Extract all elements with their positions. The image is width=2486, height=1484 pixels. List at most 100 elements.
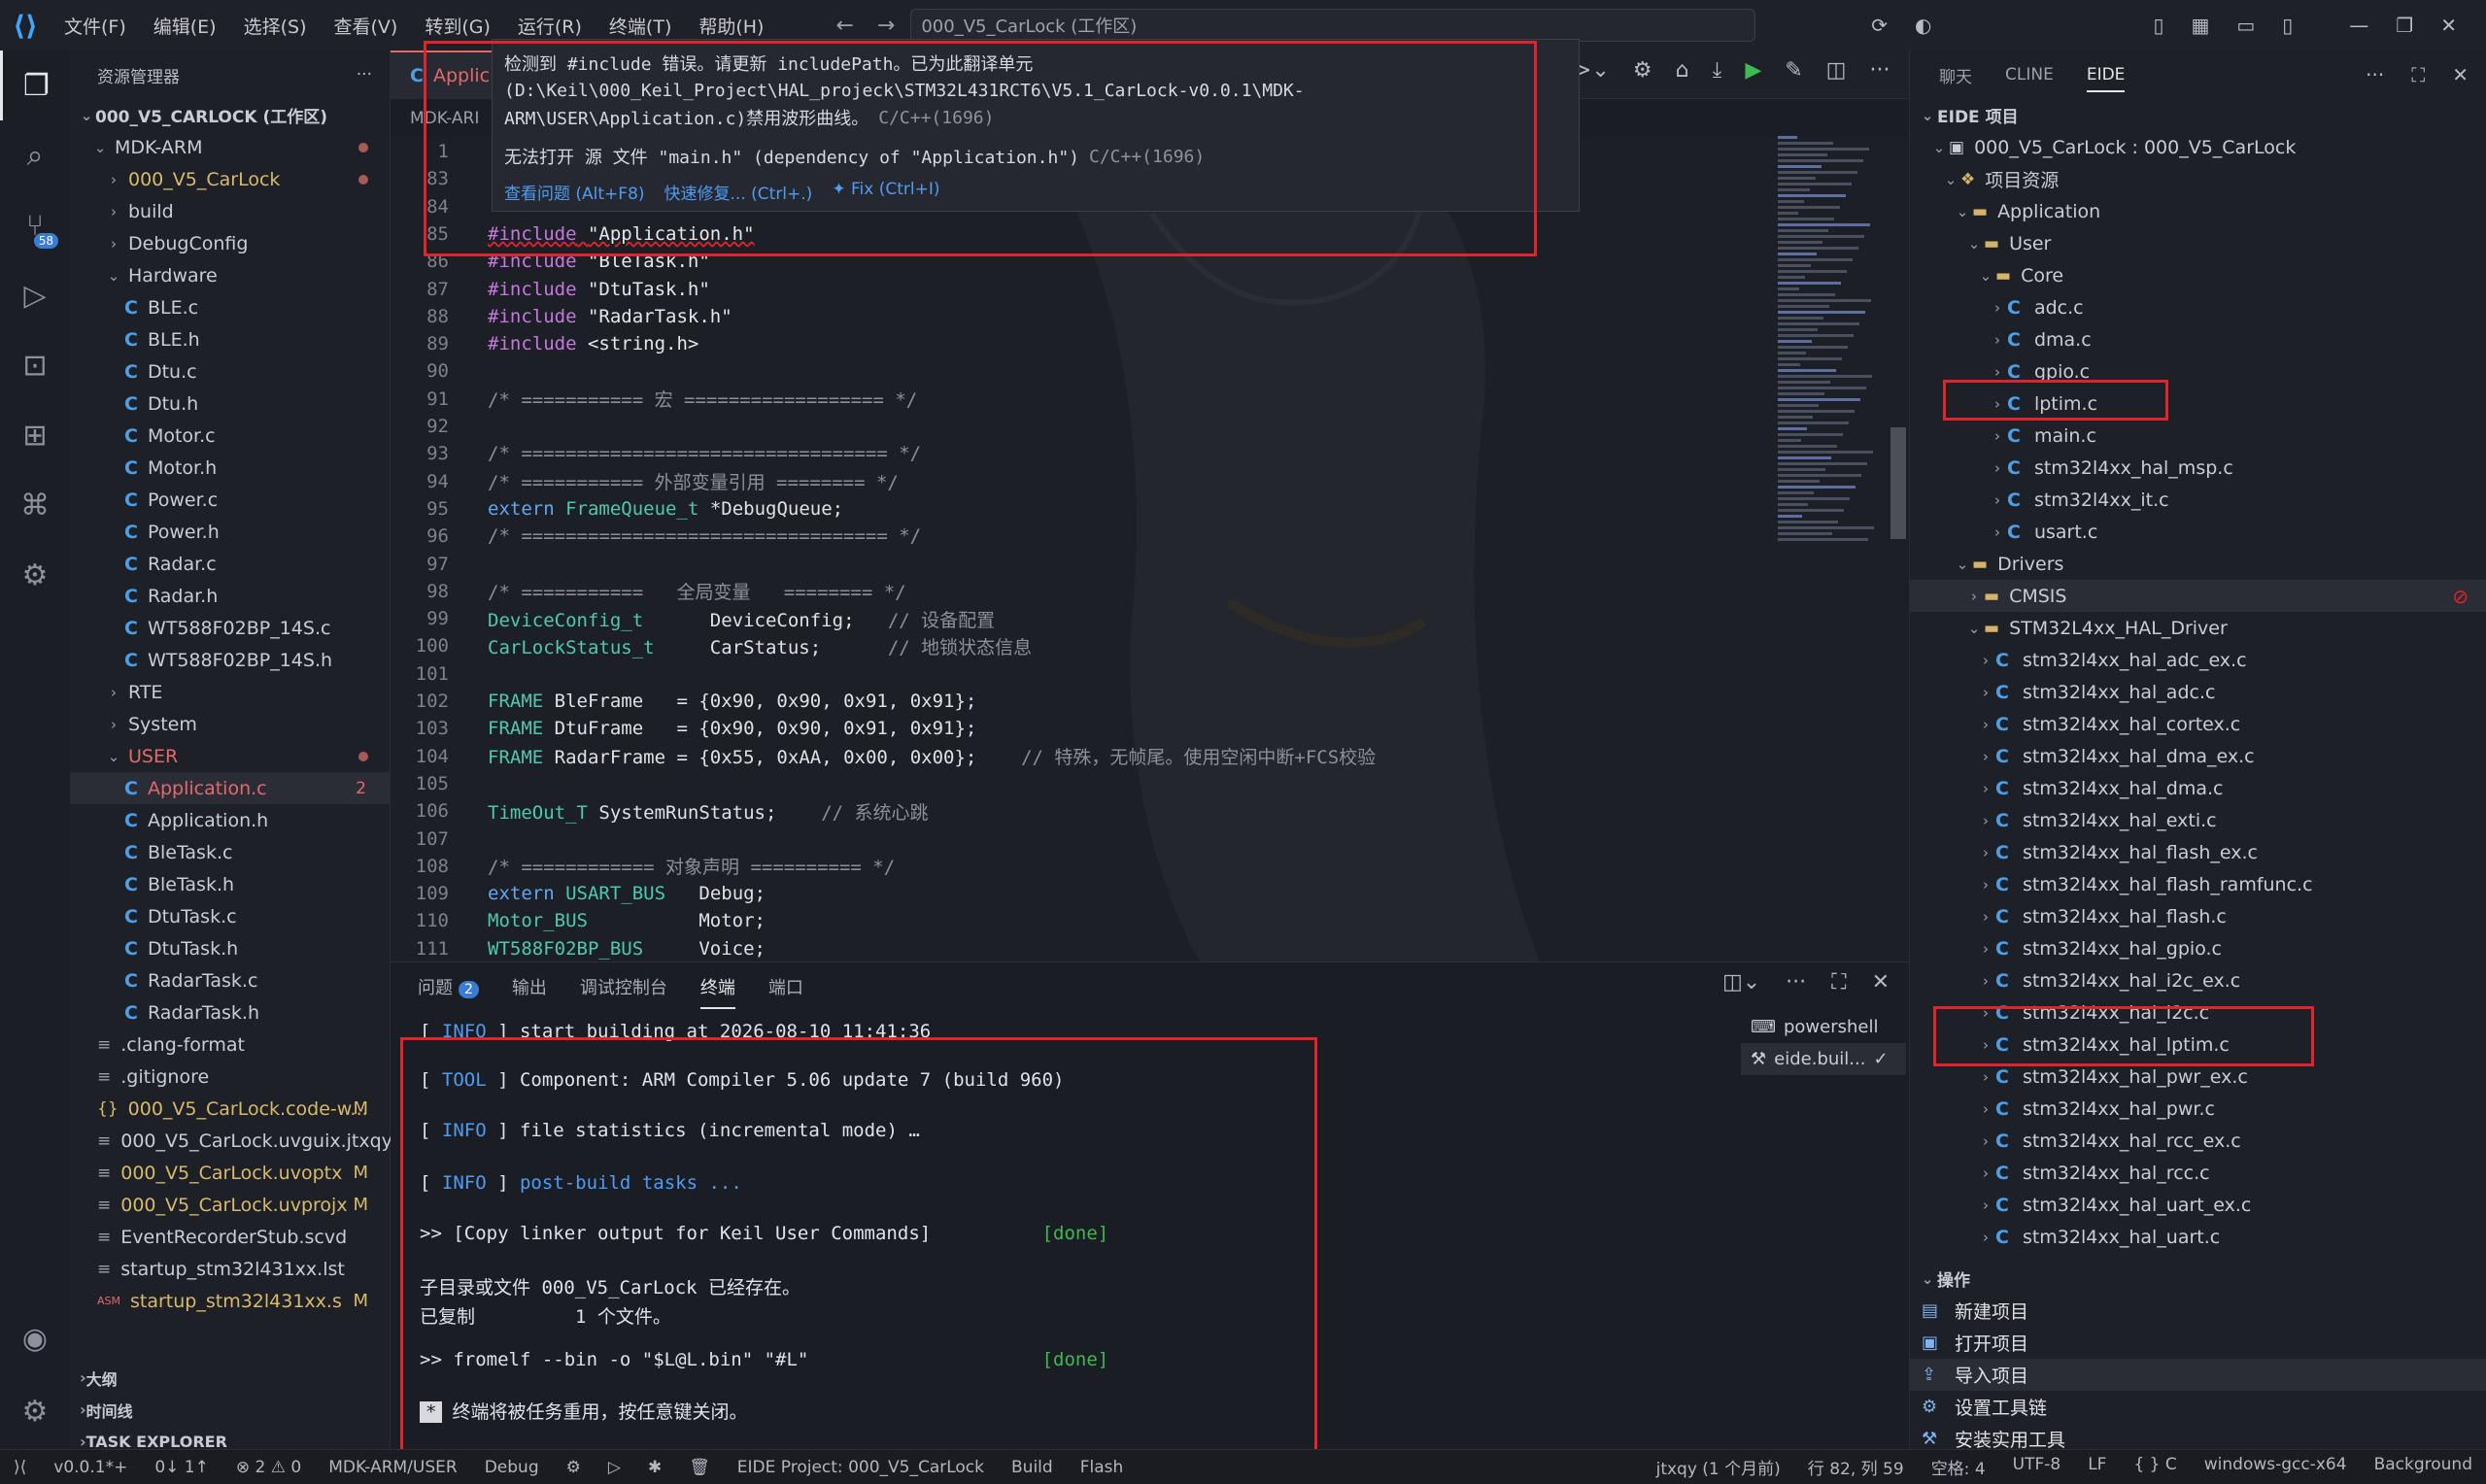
status-item[interactable]: UTF-8 (1999, 1455, 2075, 1479)
explorer-item[interactable]: C Radar.h (70, 580, 390, 612)
minimize-icon[interactable]: — (2349, 14, 2368, 37)
explorer-item[interactable]: C Motor.h (70, 452, 390, 484)
settings-sync-icon[interactable]: ⚙ (0, 540, 70, 610)
close-panel-icon[interactable]: ✕ (1872, 970, 1890, 995)
command-center-search[interactable]: 000_V5_CarLock (工作区) (910, 9, 1756, 42)
explorer-item[interactable]: ASM startup_stm32l431xx.s M (70, 1285, 390, 1317)
close-icon[interactable]: ✕ (2440, 14, 2457, 37)
eide-tree-item[interactable]: › Cstm32l4xx_hal_gpio.c (1910, 932, 2486, 964)
maximize-icon[interactable]: ⛶ (2411, 63, 2425, 86)
panel-tab[interactable]: 问题 2 (418, 974, 479, 999)
eide-tree-item[interactable]: › Cstm32l4xx_hal_uart_ex.c (1910, 1189, 2486, 1221)
eide-tree-item[interactable]: ⌄ ❖ 项目资源 (1910, 163, 2486, 195)
explorer-item[interactable]: C WT588F02BP_14S.h (70, 644, 390, 676)
remote-explorer-icon[interactable]: ⊡ (0, 330, 70, 400)
eide-icon[interactable]: ⌘ (0, 470, 70, 540)
menu-item[interactable]: 查看(V) (321, 13, 412, 39)
eide-tree-item[interactable]: ⌄ ▬ User (1910, 227, 2486, 259)
explorer-item[interactable]: C BLE.c (70, 291, 390, 323)
explorer-item[interactable]: C DtuTask.h (70, 932, 390, 964)
ops-item[interactable]: ▣ 打开项目 (1910, 1327, 2486, 1359)
menu-item[interactable]: 帮助(H) (685, 13, 777, 39)
explorer-item[interactable]: C Power.c (70, 484, 390, 516)
menu-item[interactable]: 文件(F) (51, 13, 140, 39)
eide-tree-item[interactable]: › Cstm32l4xx_hal_dma_ex.c (1910, 740, 2486, 772)
explorer-item[interactable]: ⌄ MDK-ARM (70, 131, 390, 163)
panel-tab[interactable]: 端口 (768, 974, 803, 999)
explorer-item[interactable]: C RadarTask.h (70, 996, 390, 1029)
explorer-item[interactable]: ≡ .gitignore (70, 1061, 390, 1093)
explorer-item[interactable]: C Dtu.c (70, 355, 390, 388)
explorer-item[interactable]: › RTE (70, 676, 390, 708)
close-icon[interactable]: ✕ (2452, 63, 2469, 86)
explorer-item[interactable]: ≡ startup_stm32l431xx.lst (70, 1253, 390, 1285)
split-terminal-icon[interactable]: ◫⌄ (1722, 970, 1760, 995)
menu-item[interactable]: 终端(T) (596, 13, 685, 39)
maximize-icon[interactable]: ❐ (2396, 14, 2413, 37)
terminal-instance[interactable]: ⚒ eide.buil... ✓ (1741, 1043, 1906, 1075)
ops-item[interactable]: ⚙ 设置工具链 (1910, 1391, 2486, 1423)
account-icon[interactable]: ◉ (0, 1303, 70, 1373)
maximize-panel-icon[interactable]: ⛶ (1831, 970, 1846, 995)
terminal-instance[interactable]: ⌨ powershell (1741, 1011, 1906, 1043)
manage-gear-icon[interactable]: ⚙ (0, 1376, 70, 1446)
tab-cline[interactable]: CLINE (2005, 65, 2054, 84)
eide-tree-item[interactable]: › Cstm32l4xx_hal_dma.c (1910, 772, 2486, 804)
explorer-item[interactable]: C BLE.h (70, 323, 390, 355)
menu-item[interactable]: 选择(S) (230, 13, 321, 39)
eide-tree-item[interactable]: › Cstm32l4xx_hal_cortex.c (1910, 708, 2486, 740)
eide-tree-item[interactable]: › Cstm32l4xx_hal_adc.c (1910, 676, 2486, 708)
eide-tree-item[interactable]: › Cstm32l4xx_hal_rcc_ex.c (1910, 1125, 2486, 1157)
explorer-item[interactable]: C Motor.c (70, 420, 390, 452)
explorer-item[interactable]: ≡ EventRecorderStub.scvd (70, 1221, 390, 1253)
explorer-item[interactable]: C WT588F02BP_14S.c (70, 612, 390, 644)
explorer-item[interactable]: › DebugConfig (70, 227, 390, 259)
toggle-secondary-sidebar-icon[interactable]: ▯ (2282, 14, 2293, 37)
explorer-section[interactable]: › 大纲 (70, 1362, 390, 1394)
editor-scrollbar[interactable] (1890, 427, 1906, 539)
status-item[interactable]: MDK-ARM/USER (315, 1458, 471, 1477)
more-icon[interactable]: ··· (2366, 63, 2384, 86)
eide-tree-item[interactable]: ⌄ ▬ Core (1910, 259, 2486, 291)
panel-tab[interactable]: 输出 (512, 974, 547, 999)
explorer-item[interactable]: ⌄ Hardware (70, 259, 390, 291)
explorer-item[interactable]: C Radar.c (70, 548, 390, 580)
eide-tree-item[interactable]: ⌄ ▣ 000_V5_CarLock : 000_V5_CarLock (1910, 131, 2486, 163)
status-item[interactable]: jtxqy (1 个月前) (1643, 1455, 1794, 1479)
more-actions-icon[interactable]: ··· (357, 65, 372, 84)
explorer-item[interactable]: ≡ .clang-format (70, 1029, 390, 1061)
explorer-item[interactable]: C Application.h (70, 804, 390, 836)
eide-tree-item[interactable]: › Cdma.c (1910, 323, 2486, 355)
explorer-item[interactable]: ≡ 000_V5_CarLock.uvoptx M (70, 1157, 390, 1189)
explorer-item[interactable]: C BleTask.c (70, 836, 390, 868)
eide-tree-item[interactable]: ⌄ ▬ Drivers (1910, 548, 2486, 580)
menu-item[interactable]: 运行(R) (504, 13, 596, 39)
status-item[interactable]: ⊗ 2 ⚠ 0 (222, 1458, 315, 1477)
eide-tree-item[interactable]: › Cstm32l4xx_hal_msp.c (1910, 452, 2486, 484)
ops-item[interactable]: ▤ 新建项目 (1910, 1295, 2486, 1327)
status-item[interactable]: EIDE Project: 000_V5_CarLock (724, 1458, 998, 1477)
explorer-item[interactable]: › build (70, 195, 390, 227)
toggle-panel-icon[interactable]: ▭ (2236, 14, 2255, 37)
tab-chat[interactable]: 聊天 (1939, 63, 1972, 87)
explorer-item[interactable]: ⌄ USER (70, 740, 390, 772)
code-editor[interactable]: 1 83 84 85 #include "Application.h" 86 #includ… (391, 136, 1909, 961)
explorer-section[interactable]: › 时间线 (70, 1394, 390, 1426)
workspace-root[interactable]: ⌄ 000_V5_CARLOCK (工作区) (70, 99, 390, 131)
source-control-icon[interactable]: ⑂ 58 (0, 190, 70, 260)
explorer-item[interactable]: C Dtu.h (70, 388, 390, 420)
eide-tree-item[interactable]: › Cstm32l4xx_it.c (1910, 484, 2486, 516)
status-item[interactable]: 空格: 4 (1918, 1455, 1999, 1479)
explorer-item[interactable]: C RadarTask.c (70, 964, 390, 996)
back-arrow-icon[interactable]: ← (835, 14, 853, 38)
tab-eide[interactable]: EIDE (2086, 65, 2126, 92)
explorer-item[interactable]: C DtuTask.c (70, 900, 390, 932)
explorer-item[interactable]: C Power.h (70, 516, 390, 548)
eide-tree-item[interactable]: ⌄ ▬ STM32L4xx_HAL_Driver (1910, 612, 2486, 644)
eide-tree-item[interactable]: › Cadc.c (1910, 291, 2486, 323)
status-item[interactable]: 0↓ 1↑ (141, 1458, 222, 1477)
eide-tree-item[interactable]: › Cstm32l4xx_hal_adc_ex.c (1910, 644, 2486, 676)
status-item[interactable]: Background (2361, 1455, 2486, 1479)
status-item[interactable]: windows-gcc-x64 (2191, 1455, 2361, 1479)
explorer-item[interactable]: C BleTask.h (70, 868, 390, 900)
